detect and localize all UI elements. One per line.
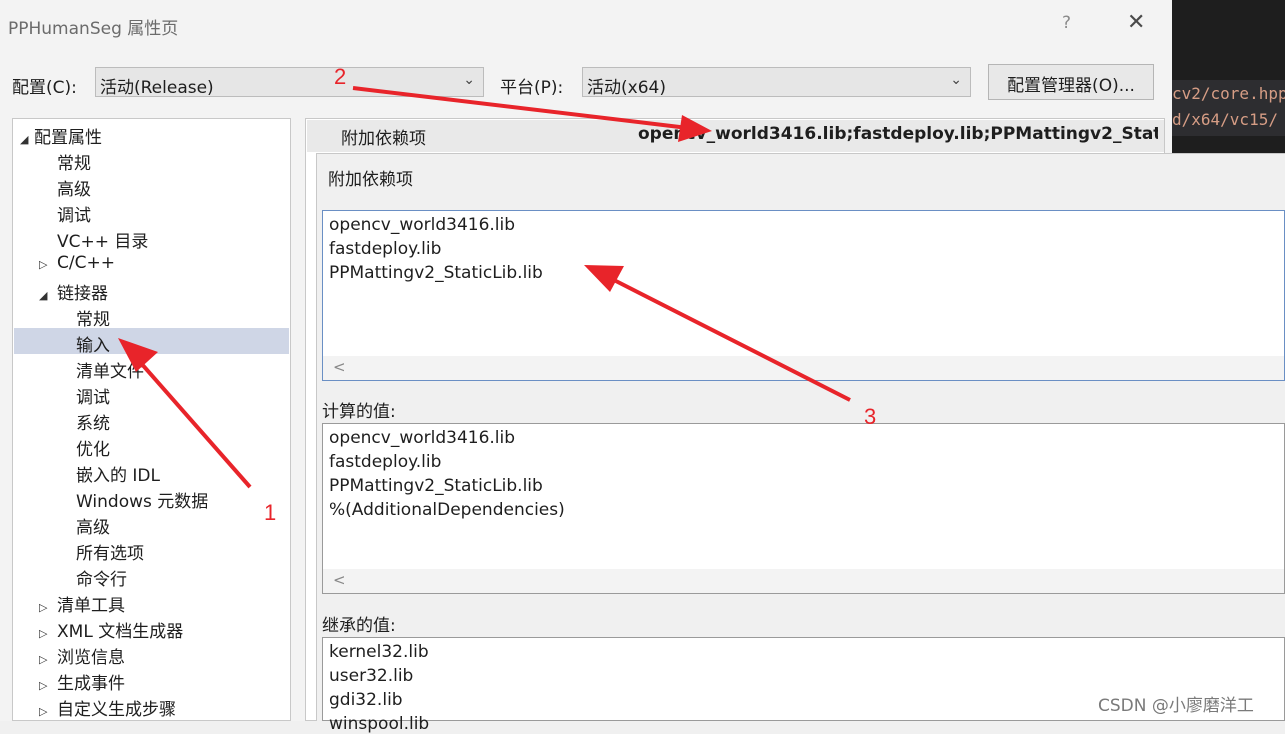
annotation-label-3: 3 bbox=[864, 404, 876, 429]
annotation-arrow-1 bbox=[118, 338, 252, 489]
annotation-arrows: 1 2 3 bbox=[118, 64, 876, 525]
annotation-arrow-2 bbox=[352, 86, 712, 142]
annotation-label-1: 1 bbox=[264, 500, 276, 525]
watermark: CSDN @小廖磨洋工 bbox=[1098, 696, 1254, 716]
annotation-arrow-3 bbox=[584, 265, 851, 402]
annotation-label-2: 2 bbox=[334, 64, 346, 89]
